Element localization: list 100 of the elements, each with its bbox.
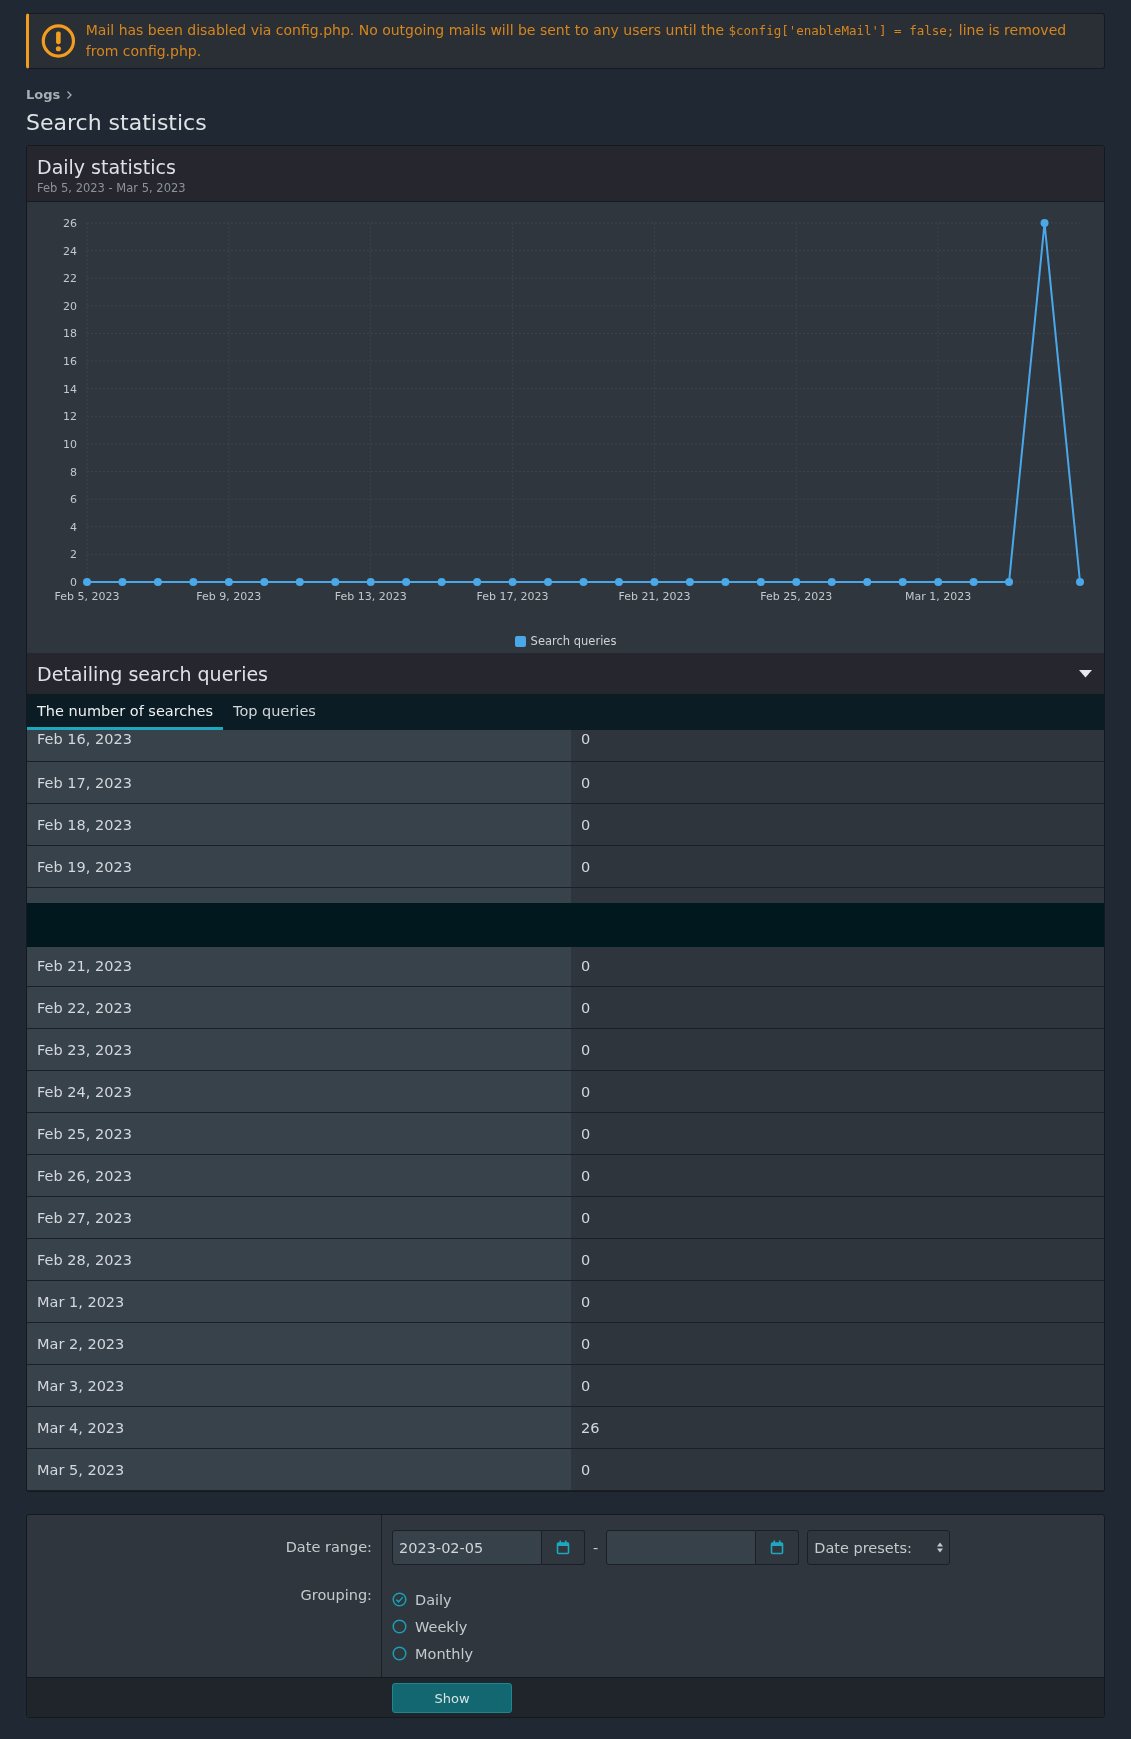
date-cell: Feb 22, 2023 (27, 987, 571, 1028)
data-point (1040, 219, 1049, 227)
sort-arrows-icon (937, 1542, 944, 1553)
caret-down-icon[interactable] (1079, 670, 1092, 678)
calendar-icon (556, 1540, 570, 1555)
date-cell: Feb 25, 2023 (27, 1113, 571, 1154)
count-cell: 0 (571, 1449, 1104, 1490)
data-point (685, 578, 694, 586)
page-title: Search statistics (26, 110, 208, 135)
y-tick-label: 20 (63, 299, 77, 313)
count-cell: 0 (571, 1197, 1104, 1238)
data-point (863, 578, 872, 586)
radio-option[interactable]: Monthly (392, 1640, 1104, 1667)
data-point (153, 578, 162, 586)
data-point (969, 578, 978, 586)
data-point (792, 578, 801, 586)
count-cell: 0 (571, 762, 1104, 803)
data-point (544, 578, 553, 586)
date-cell: Feb 24, 2023 (27, 1071, 571, 1112)
tab[interactable]: Top queries (223, 694, 326, 730)
y-tick-label: 4 (70, 520, 77, 534)
data-point (1076, 578, 1084, 586)
count-cell: 0 (571, 1365, 1104, 1406)
count-cell: 0 (571, 1155, 1104, 1196)
calendar-icon (770, 1540, 785, 1555)
date-cell: Feb 26, 2023 (27, 1155, 571, 1196)
y-tick-label: 18 (63, 327, 77, 341)
count-cell: 0 (571, 1113, 1104, 1154)
y-tick-label: 12 (63, 410, 77, 424)
date-presets-select[interactable]: Date presets: (807, 1530, 951, 1565)
data-point (437, 578, 446, 586)
y-tick-label: 0 (70, 576, 77, 589)
data-point (650, 578, 659, 586)
y-tick-label: 2 (70, 548, 77, 562)
radio-option[interactable]: Daily (392, 1586, 1104, 1613)
end-date-field[interactable] (606, 1530, 757, 1565)
breadcrumb-link[interactable]: Logs (26, 87, 61, 102)
data-point (473, 578, 482, 586)
y-tick-label: 24 (63, 244, 77, 258)
count-cell: 0 (571, 945, 1104, 986)
calendar-button[interactable] (542, 1530, 585, 1565)
count-cell: 0 (571, 730, 1104, 761)
y-tick-label: 14 (63, 382, 77, 396)
y-tick-label: 22 (63, 272, 77, 286)
data-point (898, 578, 907, 586)
date-cell: Mar 4, 2023 (27, 1407, 571, 1448)
count-cell: 0 (571, 1281, 1104, 1322)
radio-option[interactable]: Weekly (392, 1613, 1104, 1640)
x-tick-label: Feb 9, 2023 (196, 590, 262, 603)
field-label: Date range: (27, 1515, 382, 1565)
date-cell: Feb 17, 2023 (27, 762, 571, 803)
y-tick-label: 10 (63, 437, 77, 451)
date-cell: Feb 16, 2023 (27, 730, 571, 761)
data-point (118, 578, 127, 586)
start-date-field[interactable]: 2023-02-05 (392, 1530, 542, 1565)
date-cell: Mar 5, 2023 (27, 1449, 571, 1490)
section-header[interactable]: Detailing search queries (27, 653, 1104, 694)
data-point (827, 578, 836, 586)
data-point (934, 578, 943, 586)
data-point (331, 578, 340, 586)
radio-checked-icon[interactable] (392, 1592, 407, 1607)
count-cell: 0 (571, 1239, 1104, 1280)
data-point (614, 578, 623, 586)
data-point (260, 578, 269, 586)
date-cell: Feb 28, 2023 (27, 1239, 571, 1280)
date-cell: Feb 18, 2023 (27, 804, 571, 845)
data-point (508, 578, 517, 586)
data-point (224, 578, 233, 586)
x-tick-label: Feb 13, 2023 (334, 590, 407, 603)
data-point (295, 578, 304, 586)
data-point (1005, 578, 1014, 586)
y-tick-label: 26 (63, 217, 77, 230)
count-cell: 0 (571, 1323, 1104, 1364)
date-cell: Feb 21, 2023 (27, 945, 571, 986)
show-button[interactable]: Show (392, 1683, 512, 1713)
data-point (756, 578, 765, 586)
radio-icon[interactable] (392, 1646, 407, 1661)
calendar-button[interactable] (756, 1530, 800, 1565)
count-cell: 0 (571, 1071, 1104, 1112)
date-cell: Feb 27, 2023 (27, 1197, 571, 1238)
data-point (721, 578, 730, 586)
date-cell: Mar 2, 2023 (27, 1323, 571, 1364)
x-tick-label: Mar 1, 2023 (905, 590, 972, 603)
count-cell: 0 (571, 987, 1104, 1028)
x-tick-label: Feb 21, 2023 (618, 590, 691, 603)
y-tick-label: 8 (70, 465, 77, 479)
x-tick-label: Feb 5, 2023 (54, 590, 120, 603)
date-cell: Mar 3, 2023 (27, 1365, 571, 1406)
y-tick-label: 16 (63, 355, 77, 369)
data-point (579, 578, 588, 586)
y-tick-label: 6 (70, 493, 77, 507)
count-cell: 26 (571, 1407, 1104, 1448)
data-point (402, 578, 411, 586)
card-title: Daily statistics (37, 156, 177, 178)
date-cell: Feb 19, 2023 (27, 846, 571, 887)
date-cell: Mar 1, 2023 (27, 1281, 571, 1322)
warning-icon (41, 22, 76, 60)
chevron-right-icon (66, 89, 74, 100)
data-point (366, 578, 375, 586)
radio-icon[interactable] (392, 1619, 407, 1634)
